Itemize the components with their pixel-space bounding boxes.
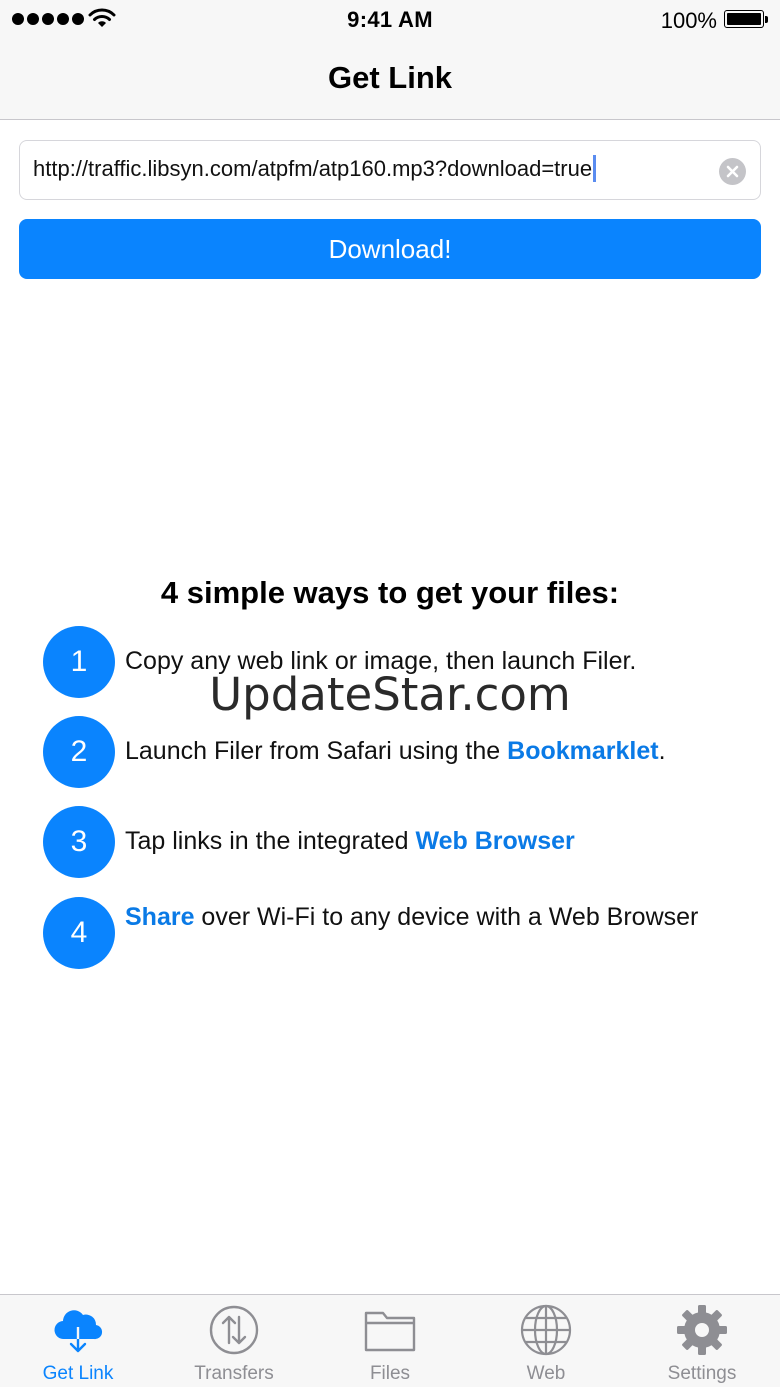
transfers-icon [209,1305,259,1355]
tab-get-link[interactable]: Get Link [0,1295,156,1388]
step-text: Share over Wi-Fi to any device with a We… [125,903,699,931]
tab-bar: Get Link Transfers Files Web Settings [0,1294,780,1387]
battery-icon [724,10,768,30]
page-title: Get Link [327,60,452,95]
tab-label: Files [369,1363,411,1384]
tab-label: Get Link [42,1363,114,1384]
battery-percentage: 100% [660,8,717,33]
gear-icon [677,1305,727,1355]
tab-files[interactable]: Files [312,1295,468,1388]
tab-transfers[interactable]: Transfers [156,1295,312,1388]
bookmarklet-link[interactable]: Bookmarklet [507,737,658,765]
clear-icon [726,165,739,178]
cloud-download-icon [54,1310,103,1353]
step-text: Tap links in the integrated Web Browser [125,827,575,855]
watermark: UpdateStar.com [209,668,571,721]
tab-settings[interactable]: Settings [624,1295,780,1388]
tab-web[interactable]: Web [468,1295,624,1388]
navigation-bar: Get Link [0,40,780,120]
url-input-value: http://traffic.libsyn.com/atpfm/atp160.m… [33,155,597,182]
tab-label: Settings [667,1363,737,1384]
url-input[interactable]: http://traffic.libsyn.com/atpfm/atp160.m… [19,140,761,200]
status-bar: 9:41 AM 100% [0,0,780,40]
step-number-badge: 4 [43,897,115,969]
instructions-heading: 4 simple ways to get your files: [160,575,620,610]
step-number-badge: 2 [43,716,115,788]
globe-icon [520,1304,572,1356]
step-text: Launch Filer from Safari using the Bookm… [125,737,666,765]
web-browser-link[interactable]: Web Browser [415,827,574,855]
text-cursor [593,155,597,182]
tab-label: Transfers [194,1363,274,1384]
tab-label: Web [526,1363,566,1384]
share-link[interactable]: Share [125,903,194,931]
download-button[interactable]: Download! [19,219,761,279]
folder-icon [364,1311,416,1352]
step-number-badge: 3 [43,806,115,878]
clear-input-button[interactable] [719,158,746,185]
